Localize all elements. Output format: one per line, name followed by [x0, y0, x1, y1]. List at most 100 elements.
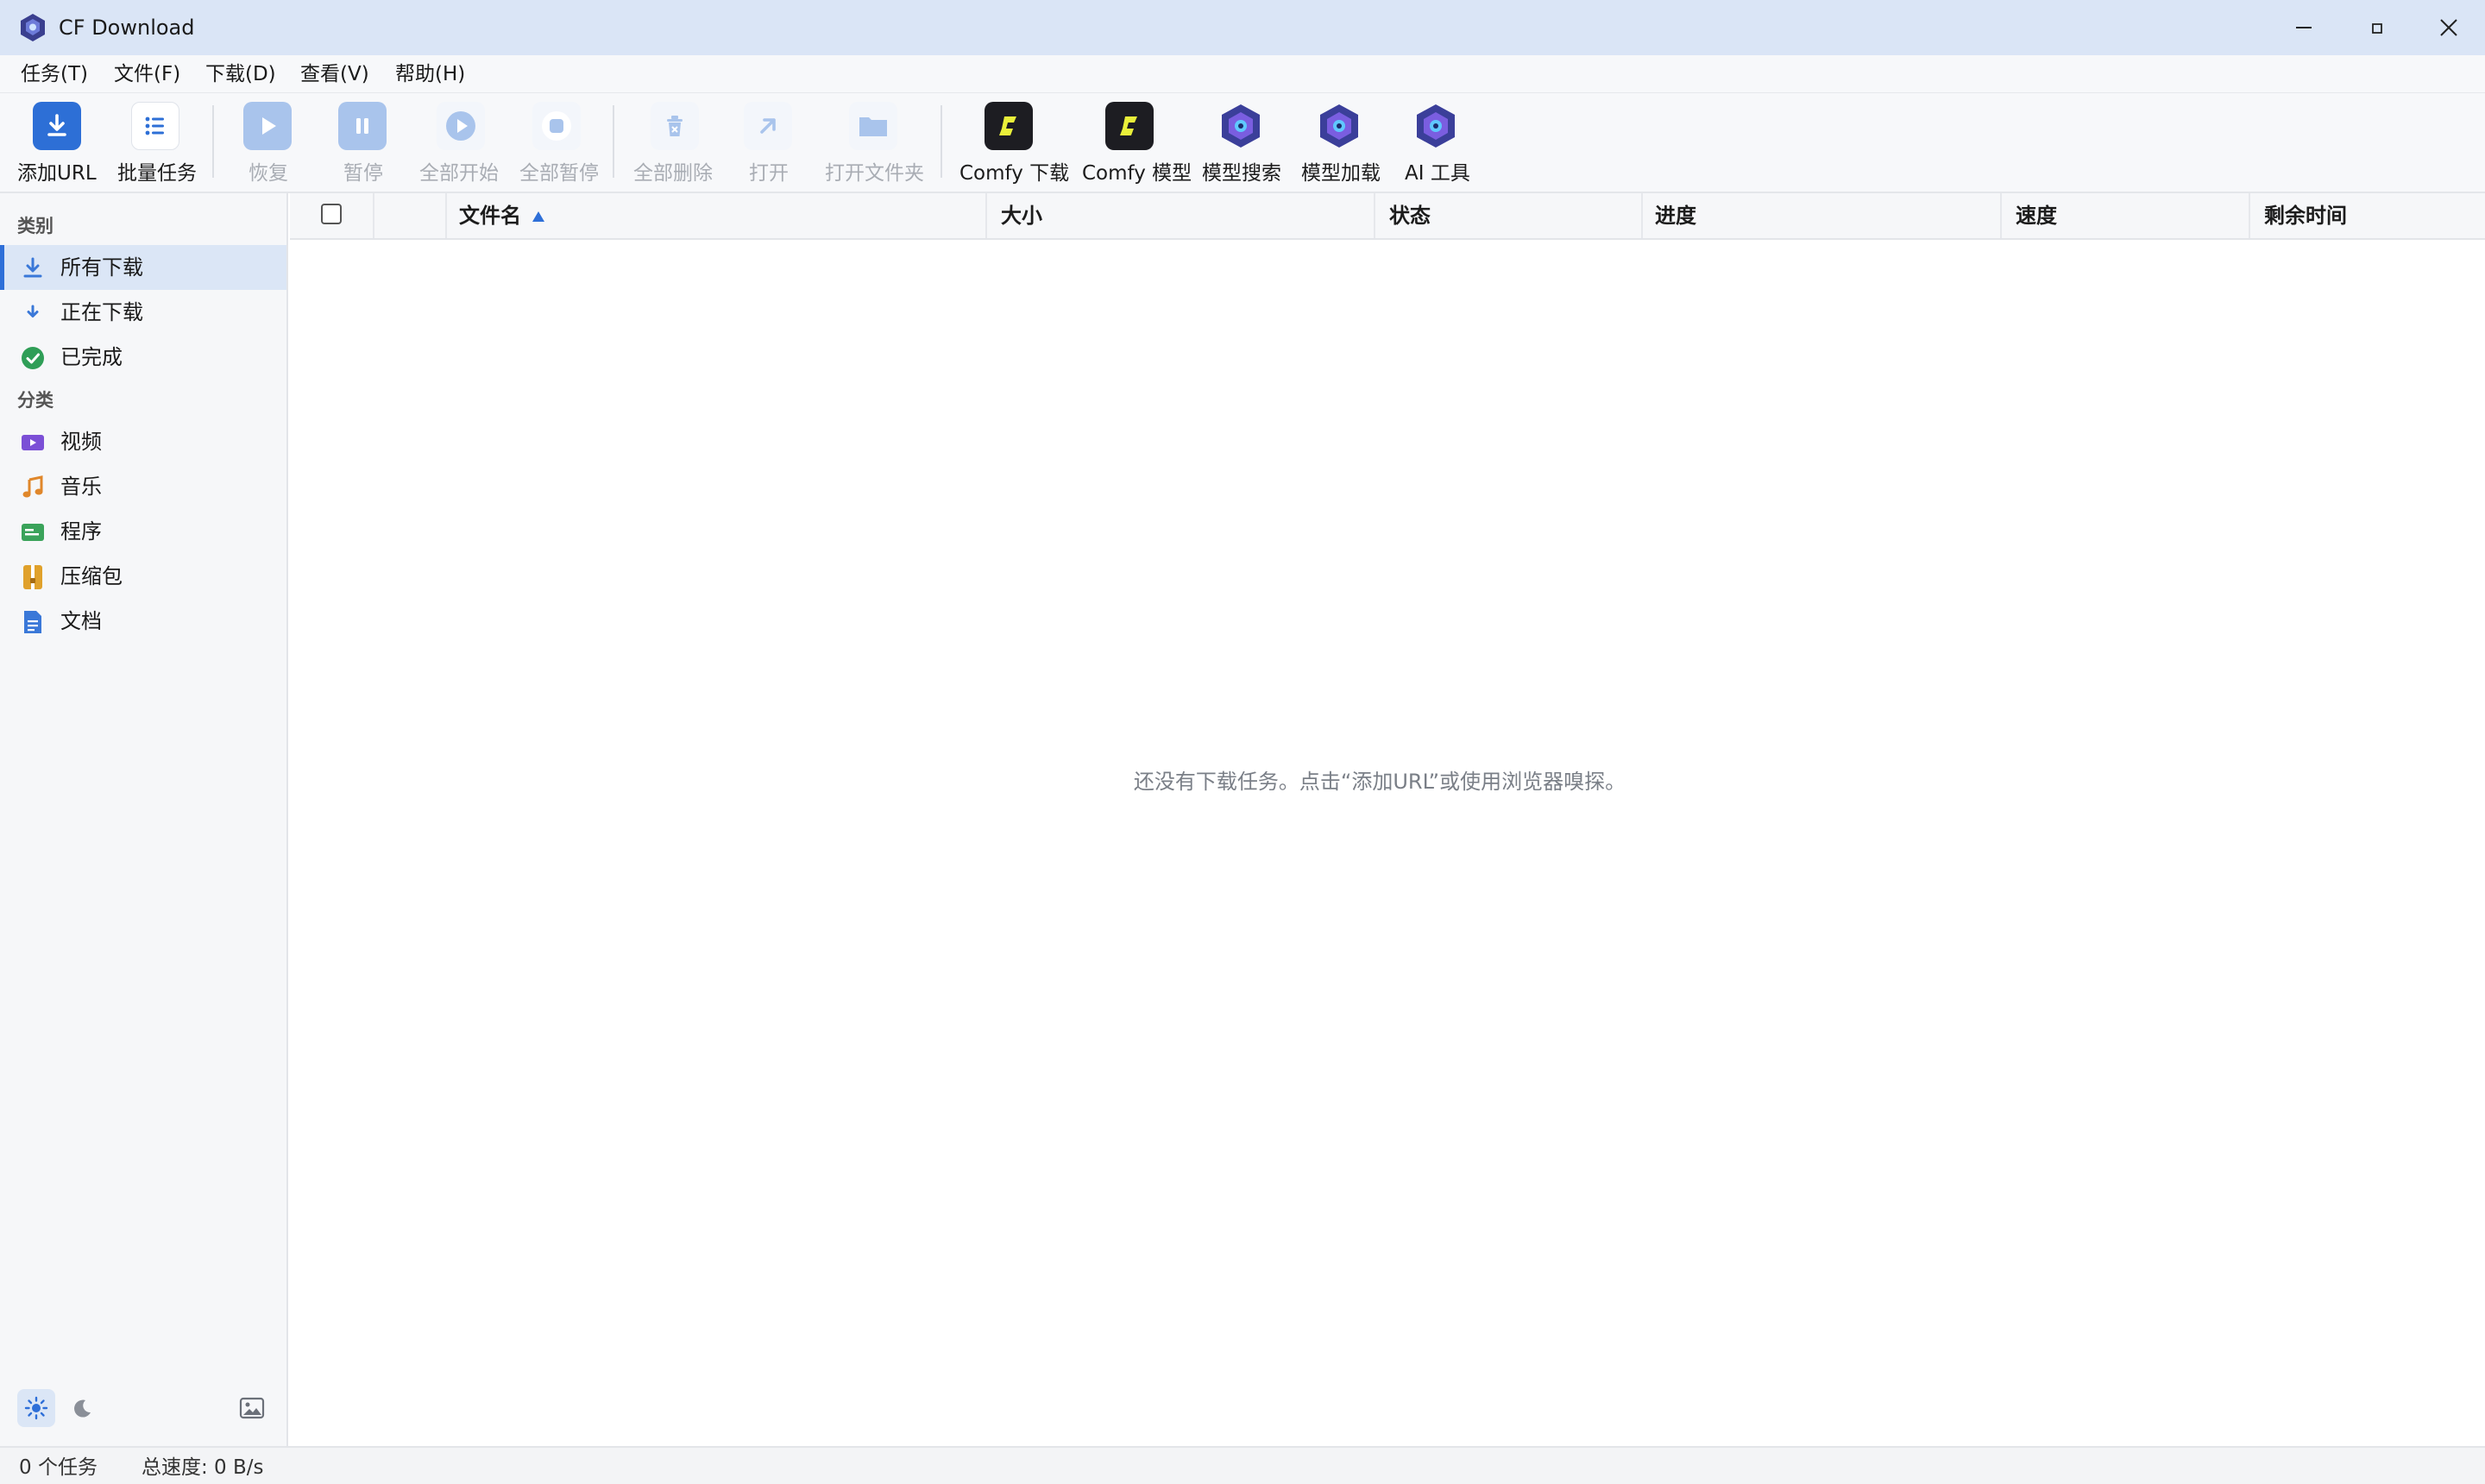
toolbar-separator [212, 105, 214, 178]
maximize-icon [2372, 23, 2382, 34]
menu-download[interactable]: 下载(D) [202, 60, 280, 88]
column-divider [445, 193, 447, 238]
close-button[interactable] [2413, 0, 2485, 55]
ai-tools-label: AI 工具 [1405, 162, 1470, 185]
type-heading: 分类 [17, 390, 53, 411]
image-icon [239, 1397, 265, 1419]
menu-view[interactable]: 查看(V) [297, 60, 373, 88]
pause-icon [338, 102, 387, 150]
column-header-status[interactable]: 状态 [1389, 193, 1631, 238]
column-divider [985, 193, 987, 238]
cube-logo-icon [1315, 102, 1363, 150]
sidebar-item-label: 音乐 [60, 475, 102, 499]
sidebar-item-video[interactable]: 视频 [0, 419, 286, 464]
add-url-label: 添加URL [17, 162, 97, 185]
column-header-speed[interactable]: 速度 [2016, 193, 2240, 238]
comfy-logo-icon [1105, 102, 1154, 150]
cube-logo-icon [1412, 102, 1460, 150]
play-icon [243, 102, 292, 150]
open-folder-label: 打开文件夹 [825, 162, 924, 185]
column-divider [1374, 193, 1375, 238]
sidebar-item-completed[interactable]: 已完成 [0, 335, 286, 380]
play-circle-icon [437, 102, 485, 150]
model-load-button[interactable]: 模型加载 [1298, 100, 1384, 190]
app-logo-icon [21, 14, 45, 41]
open-button[interactable]: 打开 [739, 100, 799, 190]
program-icon [21, 520, 45, 544]
cube-logo-icon [1217, 102, 1265, 150]
menu-bar: 任务(T) 文件(F) 下载(D) 查看(V) 帮助(H) [0, 55, 2485, 93]
list-icon [131, 102, 179, 150]
sidebar-item-label: 已完成 [60, 345, 123, 369]
column-header-filename[interactable]: 文件名 [459, 193, 839, 238]
total-speed: 总速度: 0 B/s [142, 1456, 264, 1479]
model-load-label: 模型加载 [1301, 162, 1381, 185]
add-url-button[interactable]: 添加URL [14, 100, 98, 190]
toolbar-separator [941, 105, 942, 178]
music-icon [21, 475, 45, 500]
toolbar-separator [613, 105, 614, 178]
comfy-download-label: Comfy 下载 [959, 162, 1070, 185]
batch-task-label: 批量任务 [117, 162, 197, 185]
sidebar-item-program[interactable]: 程序 [0, 509, 286, 554]
status-bar: 0 个任务 总速度: 0 B/s [0, 1446, 2485, 1484]
stop-icon [532, 102, 581, 150]
pause-all-label: 全部暂停 [519, 162, 599, 185]
sidebar-item-downloading[interactable]: 正在下载 [0, 290, 286, 335]
window-title: CF Download [59, 16, 195, 40]
comfy-download-button[interactable]: Comfy 下载 [958, 100, 1069, 190]
model-search-button[interactable]: 模型搜索 [1199, 100, 1286, 190]
category-heading: 类别 [17, 216, 53, 236]
video-icon [21, 431, 45, 455]
maximize-button[interactable] [2340, 0, 2413, 55]
column-header-size[interactable]: 大小 [1001, 193, 1346, 238]
resume-button[interactable]: 恢复 [238, 100, 299, 190]
comfy-model-button[interactable]: Comfy 模型 [1079, 100, 1192, 190]
sidebar-item-label: 压缩包 [60, 564, 123, 588]
ai-tools-button[interactable]: AI 工具 [1398, 100, 1475, 190]
light-theme-button[interactable] [17, 1389, 55, 1427]
column-header-label: 文件名 [459, 204, 521, 228]
menu-file[interactable]: 文件(F) [110, 60, 184, 88]
archive-icon [21, 565, 45, 589]
sidebar-item-label: 程序 [60, 519, 102, 544]
sun-icon [24, 1396, 48, 1420]
sidebar-item-label: 视频 [60, 430, 102, 454]
empty-state-message: 还没有下载任务。点击“添加URL”或使用浏览器嗅探。 [1133, 770, 1626, 794]
column-divider [2249, 193, 2250, 238]
select-all-checkbox[interactable] [321, 204, 342, 224]
comfy-logo-icon [985, 102, 1033, 150]
sort-ascending-icon [532, 211, 545, 222]
delete-all-button[interactable]: 全部删除 [632, 100, 718, 190]
batch-task-button[interactable]: 批量任务 [112, 100, 198, 190]
start-all-button[interactable]: 全部开始 [418, 100, 504, 190]
sidebar-item-label: 所有下载 [60, 255, 143, 280]
pause-label: 暂停 [343, 162, 383, 185]
start-all-label: 全部开始 [419, 162, 499, 185]
column-divider [373, 193, 374, 238]
sidebar-item-all-downloads[interactable]: 所有下载 [0, 245, 286, 290]
sidebar-item-label: 正在下载 [60, 300, 143, 324]
pause-all-button[interactable]: 全部暂停 [518, 100, 604, 190]
sidebar-item-archive[interactable]: 压缩包 [0, 554, 286, 599]
menu-help[interactable]: 帮助(H) [392, 60, 469, 88]
dark-theme-button[interactable] [64, 1389, 102, 1427]
document-icon [21, 610, 45, 634]
pause-button[interactable]: 暂停 [333, 100, 393, 190]
table-header: 文件名 大小 状态 进度 速度 剩余时间 [290, 193, 2485, 240]
column-divider [1641, 193, 1643, 238]
minimize-button[interactable] [2268, 0, 2340, 55]
column-header-progress[interactable]: 进度 [1655, 193, 1983, 238]
small-download-icon [21, 301, 45, 325]
sidebar-item-document[interactable]: 文档 [0, 599, 286, 644]
column-divider [2000, 193, 2002, 238]
download-arrow-icon [21, 256, 45, 280]
background-image-button[interactable] [233, 1389, 271, 1427]
menu-task[interactable]: 任务(T) [17, 60, 91, 88]
model-search-label: 模型搜索 [1202, 162, 1281, 185]
trash-icon [651, 102, 699, 150]
open-folder-button[interactable]: 打开文件夹 [823, 100, 924, 190]
sidebar-item-music[interactable]: 音乐 [0, 464, 286, 509]
minimize-icon [2296, 27, 2312, 28]
column-header-remaining-time[interactable]: 剩余时间 [2264, 193, 2471, 238]
